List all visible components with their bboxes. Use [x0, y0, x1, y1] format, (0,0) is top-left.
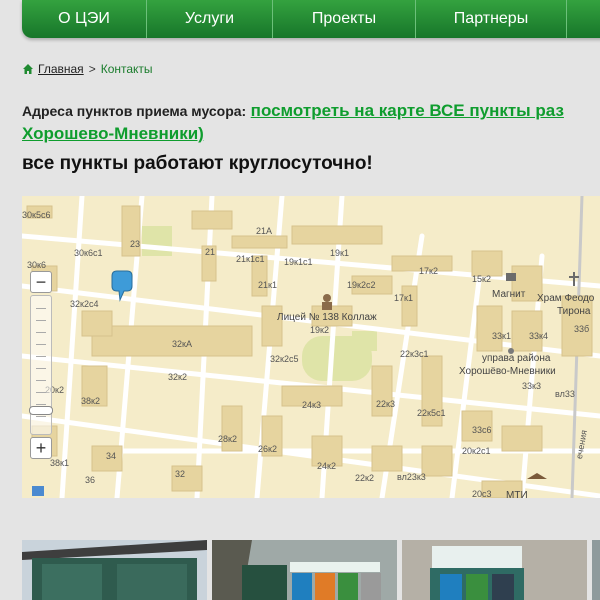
map-label: 34: [106, 451, 117, 461]
map-park: [352, 331, 377, 351]
map-label: 19к2с2: [347, 280, 376, 290]
nav-item-services[interactable]: Услуги: [147, 0, 273, 38]
map-label: Хорошёво-Мневники: [459, 366, 556, 377]
recycling-bins-photo: [212, 540, 397, 600]
map-label: 33к4: [529, 331, 548, 341]
home-icon: [23, 64, 33, 74]
addresses-label: Адреса пунктов приема мусора:: [22, 103, 247, 119]
map-label: 38к2: [81, 396, 100, 406]
map-label: 32к2с4: [70, 299, 99, 309]
map-label: Магнит: [492, 289, 526, 300]
photo-thumbnail[interactable]: [402, 540, 587, 600]
map-label: вл33: [555, 389, 575, 399]
map-label: 21к1: [258, 280, 277, 290]
map-label: 33с6: [472, 425, 492, 435]
map-label: 15к2: [472, 274, 491, 284]
breadcrumb-home-link[interactable]: Главная: [38, 62, 84, 76]
map-label: 20к2с1: [462, 446, 491, 456]
addresses-heading: Адреса пунктов приема мусора: посмотреть…: [22, 101, 564, 121]
map-label: управа района: [482, 353, 551, 364]
map-park: [142, 226, 172, 256]
map-label: 32к2с5: [270, 354, 299, 364]
photo-thumbnail[interactable]: [212, 540, 397, 600]
map-label: 32: [175, 469, 186, 479]
map-label: 33к3: [522, 381, 541, 391]
map-label: 21А: [256, 226, 273, 236]
map-label: 32к2: [168, 372, 187, 382]
nav-item-projects[interactable]: Проекты: [273, 0, 416, 38]
zoom-in-button[interactable]: +: [30, 437, 52, 459]
map-label: 36: [85, 475, 96, 485]
map-all-points-link-continued[interactable]: Хорошево-Мневники): [22, 124, 204, 144]
zoom-control: − +: [29, 271, 53, 459]
container-shed-photo: [22, 540, 207, 600]
map-label: 24к2: [317, 461, 336, 471]
map-label: 19к2: [310, 325, 329, 335]
map-label: 23: [130, 239, 141, 249]
map-label: 28к2: [218, 434, 237, 444]
map-label: 22к3: [376, 399, 395, 409]
zoom-slider[interactable]: [29, 295, 53, 435]
breadcrumb-separator: >: [88, 62, 96, 76]
map-label: 33б: [574, 324, 590, 334]
nav-item-partners[interactable]: Партнеры: [416, 0, 567, 38]
university-icon: [527, 473, 547, 479]
map-label: 24к3: [302, 400, 321, 410]
top-nav: О ЦЭИ Услуги Проекты Партнеры: [22, 0, 600, 38]
map-label: 21: [205, 247, 216, 257]
hours-note: все пункты работают круглосуточно!: [22, 153, 373, 174]
map-label: 19к1с1: [284, 257, 313, 267]
map[interactable]: 30к5с6 30к6с1 23 30к6 21А 21к1с1 19к1с1 …: [22, 196, 600, 498]
shop-icon: [506, 273, 516, 281]
map-label: 17к2: [419, 266, 438, 276]
map-label: 30к6с1: [74, 248, 103, 258]
photo-thumbnail[interactable]: [592, 540, 600, 600]
map-label: 30к6: [27, 260, 46, 270]
map-label: 26к2: [258, 444, 277, 454]
map-logo-icon: [32, 486, 44, 496]
map-label: 20с3: [472, 489, 492, 498]
map-label: 38к1: [50, 458, 69, 468]
zoom-slider-thumb[interactable]: [29, 406, 53, 415]
map-label: МТИ: [506, 490, 528, 498]
map-all-points-link[interactable]: посмотреть на карте ВСЕ пункты раз: [251, 101, 564, 120]
nav-item-about[interactable]: О ЦЭИ: [22, 0, 147, 38]
map-label: 32кА: [172, 339, 192, 349]
school-icon: [322, 294, 332, 310]
map-label: Тирона: [557, 306, 591, 317]
map-label: 21к1с1: [236, 254, 265, 264]
map-label: 22к2: [355, 473, 374, 483]
map-label: 33к1: [492, 331, 511, 341]
map-label: вл23к3: [397, 472, 426, 482]
map-label: 22к5с1: [417, 408, 446, 418]
photo-partial: [592, 540, 600, 600]
zoom-out-button[interactable]: −: [30, 271, 52, 293]
map-label: Храм Феодо: [537, 293, 595, 304]
map-label: Лицей № 138 Коллаж: [277, 312, 377, 323]
photo-strip: [22, 540, 600, 600]
map-label: 17к1: [394, 293, 413, 303]
map-label: 19к1: [330, 248, 349, 258]
recycling-station-photo: [402, 540, 587, 600]
photo-thumbnail[interactable]: [22, 540, 207, 600]
breadcrumb: Главная > Контакты: [22, 62, 153, 76]
map-label: 30к5с6: [22, 210, 51, 220]
map-label: 22к3с1: [400, 349, 429, 359]
breadcrumb-current: Контакты: [100, 62, 153, 76]
nav-item-more[interactable]: [567, 0, 600, 38]
